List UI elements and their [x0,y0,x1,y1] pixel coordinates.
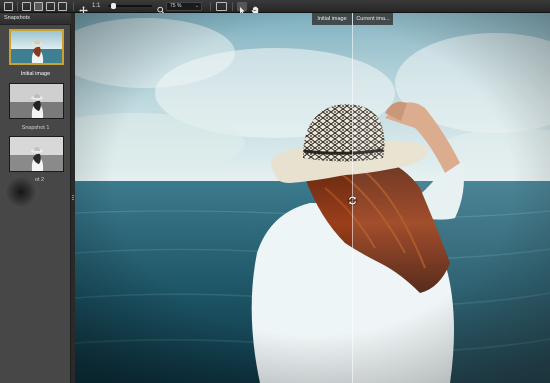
side-by-side-view-icon[interactable] [58,2,67,11]
home-icon[interactable] [4,2,13,11]
pan-move-icon[interactable] [79,2,88,15]
drag-cursor-shadow [4,177,38,207]
zoom-level-value: 75 % [170,3,182,9]
compare-label-right: Current ima... [353,13,393,25]
snapshots-panel: Snapshots Initial image Snapshot 1 ot 2 [0,13,71,383]
toolbar-divider [210,2,211,11]
snapshot-thumbnail-snapshot-1[interactable] [9,83,64,119]
pointer-tool-icon[interactable] [237,2,247,15]
split-view-icon[interactable] [46,2,55,11]
zoom-level-select[interactable]: 75 % ⌄ [166,2,202,11]
save-icon[interactable] [22,2,31,11]
toolbar-divider [17,2,18,11]
snapshots-panel-title: Snapshots [4,15,30,21]
snapshots-panel-header: Snapshots [0,13,71,25]
snapshot-label: Initial image [20,71,51,77]
snapshot-thumbnail-snapshot-2[interactable] [9,136,64,172]
magnifier-icon[interactable] [157,2,165,15]
zoom-1to1-button[interactable]: 1:1 [92,2,100,11]
single-view-icon[interactable] [34,2,43,11]
panel-resize-handle[interactable] [72,195,74,202]
image-canvas[interactable] [75,13,550,383]
swap-compare-icon[interactable] [347,193,358,206]
snapshot-thumbnail-initial-image[interactable] [9,29,64,65]
photo-woman-in-hat-by-sea [75,13,550,383]
chevron-down-icon: ⌄ [194,3,199,9]
toolbar-divider [73,2,74,11]
compare-label-left: Initial image [312,13,352,25]
toolbar-divider [232,2,233,11]
zoom-slider-handle[interactable] [111,3,116,9]
hand-tool-icon[interactable] [251,2,260,15]
histogram-icon[interactable] [216,2,227,11]
toolbar: 1:1 75 % ⌄ [0,0,550,15]
snapshot-label: Snapshot 1 [21,125,50,131]
